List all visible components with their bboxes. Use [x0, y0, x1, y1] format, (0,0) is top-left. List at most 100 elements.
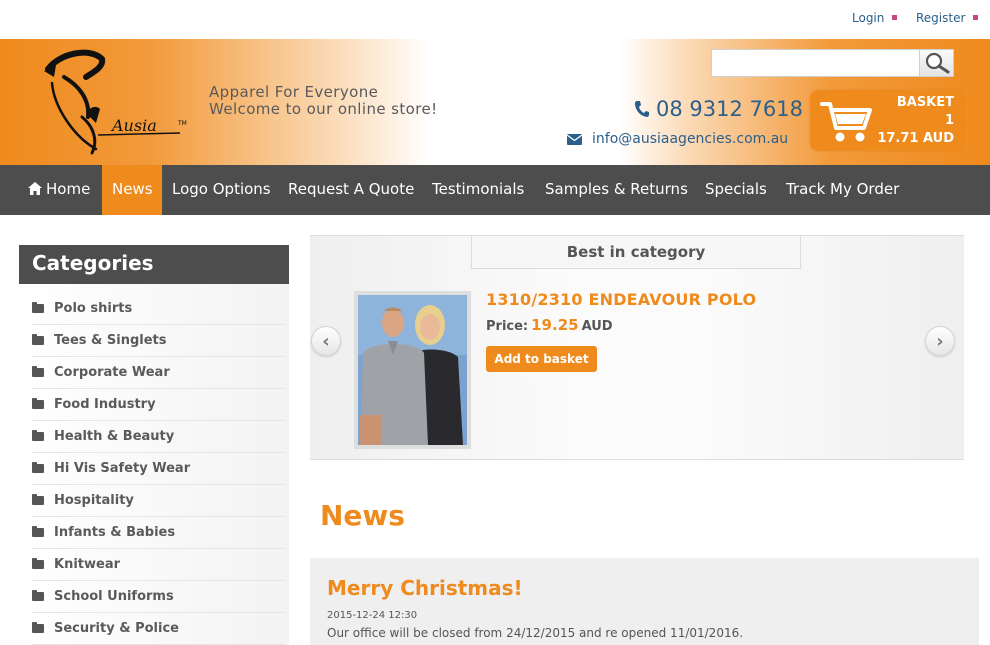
nav-label: Specials [705, 180, 767, 198]
chevron-left-icon: ‹ [322, 330, 330, 352]
category-label: Knitwear [54, 557, 121, 572]
product-title[interactable]: 1310/2310 ENDEAVOUR POLO [486, 290, 756, 309]
best-in-category-panel: Best in category ‹ › 1310/2310 ENDEAVOUR… [310, 235, 964, 460]
category-label: Food Industry [54, 397, 156, 412]
category-list: Polo shirts Tees & Singlets Corporate We… [19, 284, 289, 645]
category-label: Hi Vis Safety Wear [54, 461, 191, 476]
categories-heading: Categories [19, 245, 289, 284]
news-post-date: 2015-12-24 12:30 [327, 610, 418, 621]
product-image[interactable] [354, 291, 471, 449]
phone-number[interactable]: 08 9312 7618 [634, 97, 803, 121]
news-post-title[interactable]: Merry Christmas! [327, 576, 523, 600]
product-price: Price: 19.25 AUD [486, 316, 613, 334]
folder-icon [32, 590, 44, 601]
folder-icon [32, 526, 44, 537]
nav-item-track-order[interactable]: Track My Order [786, 165, 899, 215]
category-label: Health & Beauty [54, 429, 175, 444]
tagline: Apparel For Everyone Welcome to our onli… [209, 84, 438, 118]
nav-item-logo-options[interactable]: Logo Options [172, 165, 271, 215]
logo-text: Ausia [110, 116, 157, 135]
category-item[interactable]: Food Industry [32, 389, 285, 421]
category-item[interactable]: Knitwear [32, 549, 285, 581]
folder-icon [32, 622, 44, 633]
folder-icon [32, 302, 44, 313]
tagline-line-2: Welcome to our online store! [209, 100, 438, 118]
price-value: 19.25 [531, 316, 579, 334]
site-header: Ausia TM Apparel For Everyone Welcome to… [0, 39, 990, 165]
category-item[interactable]: Infants & Babies [32, 517, 285, 549]
nav-item-news[interactable]: News [102, 165, 162, 215]
nav-label: Home [46, 180, 91, 198]
nav-label: Testimonials [432, 180, 525, 198]
category-item[interactable]: School Uniforms [32, 581, 285, 613]
category-item[interactable]: Polo shirts [32, 293, 285, 325]
register-link[interactable]: Register [916, 11, 979, 25]
nav-item-request-quote[interactable]: Request A Quote [288, 165, 414, 215]
category-label: Hospitality [54, 493, 134, 508]
basket-total: 17.71 AUD [877, 131, 954, 146]
search-input[interactable] [711, 49, 920, 77]
search-button[interactable] [919, 49, 954, 77]
next-arrow-button[interactable]: › [925, 326, 955, 356]
envelope-icon [567, 133, 582, 145]
nav-label: Logo Options [172, 180, 271, 198]
bullet-icon [973, 15, 979, 20]
folder-icon [32, 366, 44, 377]
folder-icon [32, 430, 44, 441]
folder-icon [32, 334, 44, 345]
shopping-cart-icon [820, 102, 872, 142]
category-label: Security & Police [54, 621, 179, 636]
phone-icon [635, 101, 649, 117]
email-text: info@ausiaagencies.com.au [592, 131, 789, 147]
category-item[interactable]: Hospitality [32, 485, 285, 517]
site-logo[interactable]: Ausia TM [34, 47, 194, 157]
category-label: Infants & Babies [54, 525, 176, 540]
tagline-line-1: Apparel For Everyone [209, 83, 379, 101]
register-label: Register [916, 11, 966, 25]
nav-label: Request A Quote [288, 180, 415, 198]
basket-count: 1 [944, 113, 954, 128]
login-link[interactable]: Login [852, 11, 898, 25]
basket-summary: BASKET 1 17.71 AUD [877, 94, 954, 148]
category-label: School Uniforms [54, 589, 174, 604]
email-link[interactable]: info@ausiaagencies.com.au [567, 131, 788, 147]
best-in-category-tab: Best in category [471, 236, 801, 269]
news-post-body: Our office will be closed from 24/12/201… [327, 626, 744, 640]
basket-button[interactable]: BASKET 1 17.71 AUD [810, 90, 963, 151]
category-label: Polo shirts [54, 301, 133, 316]
nav-item-testimonials[interactable]: Testimonials [432, 165, 524, 215]
nav-item-specials[interactable]: Specials [705, 165, 767, 215]
category-item[interactable]: Health & Beauty [32, 421, 285, 453]
home-icon [28, 182, 42, 195]
price-currency: AUD [581, 319, 613, 334]
top-links-bar: Login Register [0, 0, 990, 39]
prev-arrow-button[interactable]: ‹ [311, 326, 341, 356]
chevron-right-icon: › [936, 330, 944, 352]
add-to-basket-button[interactable]: Add to basket [486, 346, 597, 372]
nav-item-home[interactable]: Home [18, 165, 100, 215]
news-post: Merry Christmas! 2015-12-24 12:30 Our of… [310, 558, 979, 645]
category-item[interactable]: Corporate Wear [32, 357, 285, 389]
category-label: Corporate Wear [54, 365, 170, 380]
search-icon [925, 52, 949, 74]
category-item[interactable]: Security & Police [32, 613, 285, 645]
svg-text:TM: TM [177, 120, 187, 127]
page-title: News [320, 499, 405, 532]
folder-icon [32, 494, 44, 505]
nav-label: News [112, 180, 153, 198]
folder-icon [32, 558, 44, 569]
nav-label: Track My Order [786, 180, 900, 198]
bullet-icon [892, 15, 898, 20]
folder-icon [32, 462, 44, 473]
price-label: Price: [486, 319, 529, 334]
basket-label: BASKET [896, 95, 954, 110]
category-item[interactable]: Tees & Singlets [32, 325, 285, 357]
category-label: Tees & Singlets [54, 333, 167, 348]
nav-label: Samples & Returns [545, 180, 688, 198]
main-nav: Home News Logo Options Request A Quote T… [0, 165, 990, 215]
login-label: Login [852, 11, 885, 25]
nav-item-samples-returns[interactable]: Samples & Returns [545, 165, 688, 215]
phone-text: 08 9312 7618 [656, 97, 803, 121]
category-item[interactable]: Hi Vis Safety Wear [32, 453, 285, 485]
folder-icon [32, 398, 44, 409]
